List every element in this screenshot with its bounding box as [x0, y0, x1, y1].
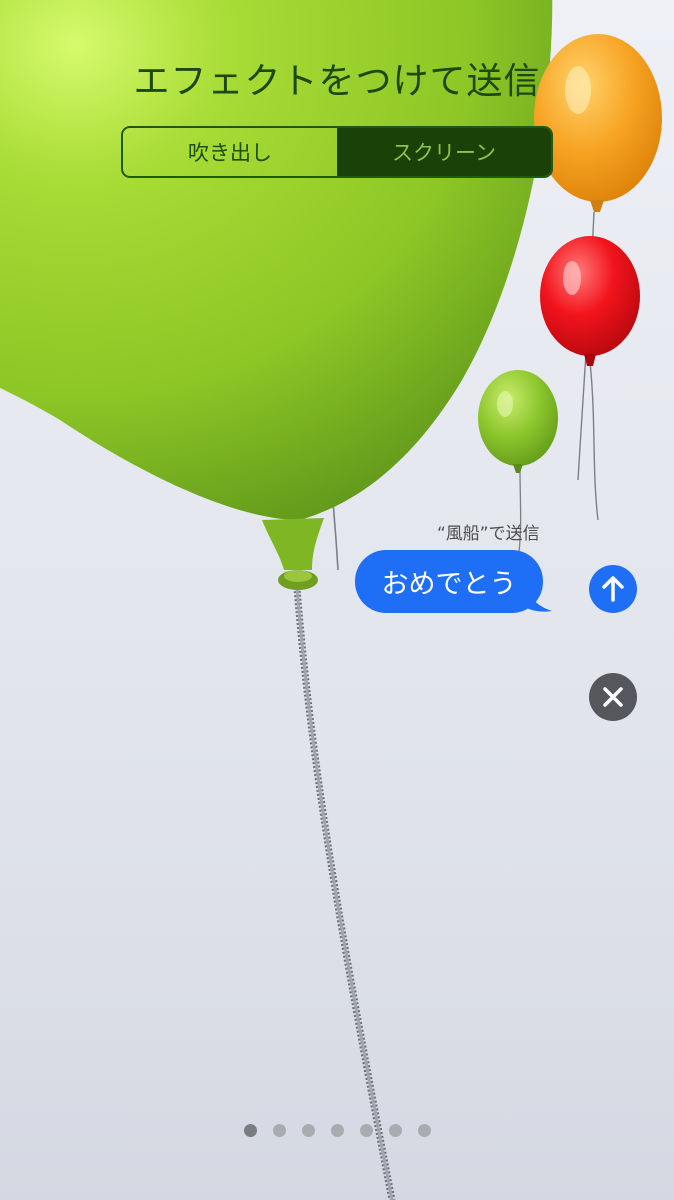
cancel-button[interactable]: [589, 673, 637, 721]
page-dot[interactable]: [418, 1124, 431, 1137]
effect-type-segmented-control: 吹き出し スクリーン: [121, 126, 553, 178]
close-icon: [603, 687, 623, 707]
page-dot[interactable]: [389, 1124, 402, 1137]
effect-caption: “風船”で送信: [437, 524, 540, 544]
effect-screen: エフェクトをつけて送信 吹き出し スクリーン “風船”で送信 おめでとう: [0, 0, 674, 1200]
tab-bubble[interactable]: 吹き出し: [123, 128, 337, 176]
page-dot[interactable]: [273, 1124, 286, 1137]
page-dot[interactable]: [331, 1124, 344, 1137]
page-title: エフェクトをつけて送信: [133, 61, 541, 102]
balloon-scene: [0, 0, 662, 1200]
small-green-balloon: [478, 370, 558, 473]
page-indicator: [244, 1124, 431, 1137]
arrow-up-icon: [602, 576, 624, 602]
page-dot[interactable]: [360, 1124, 373, 1137]
page-dot[interactable]: [302, 1124, 315, 1137]
red-balloon: [540, 236, 640, 366]
send-button[interactable]: [589, 565, 637, 613]
message-bubble: おめでとう: [355, 550, 543, 613]
tab-screen[interactable]: スクリーン: [337, 128, 551, 176]
page-dot[interactable]: [244, 1124, 257, 1137]
